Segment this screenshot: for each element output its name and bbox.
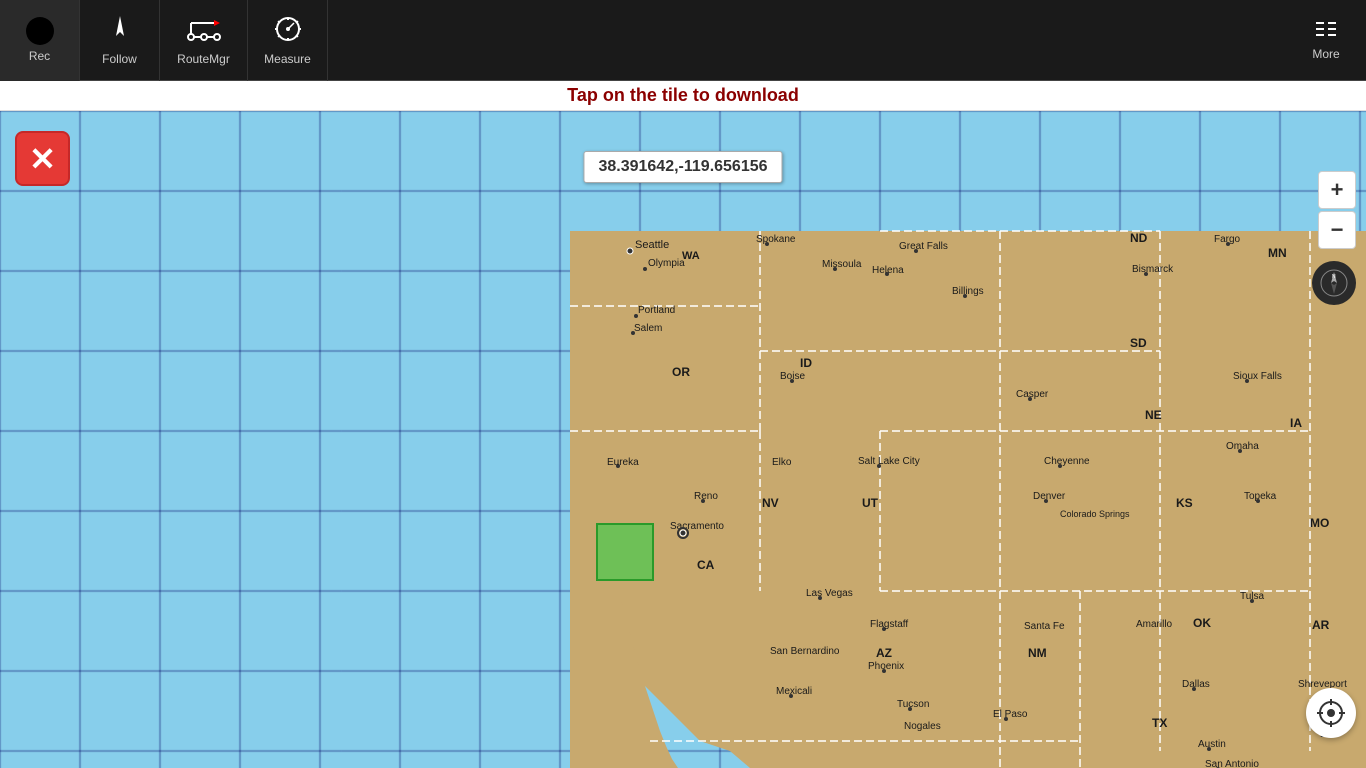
rec-label: Rec (29, 49, 50, 63)
svg-text:OR: OR (672, 365, 690, 379)
svg-text:Missoula: Missoula (822, 259, 862, 270)
zoom-out-button[interactable]: − (1318, 211, 1356, 249)
svg-text:Omaha: Omaha (1226, 441, 1259, 452)
follow-label: Follow (102, 52, 137, 66)
map-svg: Seattle WA Olympia Portland Salem OR Eur… (0, 111, 1366, 768)
more-label: More (1312, 47, 1339, 61)
svg-text:Great Falls: Great Falls (899, 241, 948, 252)
svg-text:NV: NV (762, 496, 779, 510)
svg-text:Denver: Denver (1033, 491, 1066, 502)
svg-text:Las Vegas: Las Vegas (806, 588, 853, 599)
svg-text:OK: OK (1193, 616, 1211, 630)
svg-text:Seattle: Seattle (635, 239, 669, 251)
more-button[interactable]: More (1286, 0, 1366, 81)
svg-text:Olympia: Olympia (648, 258, 685, 269)
coordinate-tooltip: 38.391642,-119.656156 (583, 151, 782, 183)
svg-text:Tulsa: Tulsa (1240, 591, 1265, 602)
close-button[interactable]: ✕ (15, 131, 70, 186)
svg-text:SD: SD (1130, 336, 1147, 350)
svg-text:CA: CA (697, 558, 715, 572)
svg-text:Phoenix: Phoenix (868, 661, 904, 672)
svg-text:Salem: Salem (634, 323, 662, 334)
svg-text:Topeka: Topeka (1244, 491, 1277, 502)
svg-text:Tucson: Tucson (897, 699, 929, 710)
zoom-in-button[interactable]: + (1318, 171, 1356, 209)
svg-text:Dallas: Dallas (1182, 679, 1210, 690)
svg-text:Amarillo: Amarillo (1136, 619, 1173, 630)
svg-text:Colorado Springs: Colorado Springs (1060, 509, 1130, 519)
svg-text:Reno: Reno (694, 491, 718, 502)
svg-text:Flagstaff: Flagstaff (870, 619, 908, 630)
svg-text:Fargo: Fargo (1214, 234, 1241, 245)
routemgr-label: RouteMgr (177, 52, 230, 66)
svg-text:Billings: Billings (952, 286, 984, 297)
svg-text:NM: NM (1028, 646, 1047, 660)
rec-button[interactable]: Rec (0, 0, 80, 81)
measure-button[interactable]: Measure (248, 0, 328, 81)
rec-icon (26, 17, 54, 45)
svg-text:Bismarck: Bismarck (1132, 264, 1174, 275)
svg-text:Boise: Boise (780, 371, 805, 382)
compass-icon: N (1319, 268, 1349, 298)
svg-text:AZ: AZ (876, 646, 892, 660)
measure-icon (272, 15, 304, 48)
coordinate-value: 38.391642,-119.656156 (598, 158, 767, 175)
svg-text:Sioux Falls: Sioux Falls (1233, 371, 1282, 382)
routemgr-icon (186, 15, 222, 48)
svg-text:Casper: Casper (1016, 389, 1049, 400)
routemgr-button[interactable]: RouteMgr (160, 0, 248, 81)
svg-text:TX: TX (1152, 716, 1167, 730)
svg-text:Spokane: Spokane (756, 234, 796, 245)
download-banner: Tap on the tile to download (0, 81, 1366, 111)
svg-text:San Antonio: San Antonio (1205, 759, 1259, 768)
svg-text:IA: IA (1290, 416, 1302, 430)
svg-text:Nogales: Nogales (904, 721, 941, 732)
svg-text:Salt Lake City: Salt Lake City (858, 456, 920, 467)
svg-text:El Paso: El Paso (993, 709, 1028, 720)
svg-text:Mexicali: Mexicali (776, 686, 812, 697)
svg-text:Eureka: Eureka (607, 457, 639, 468)
svg-text:Cheyenne: Cheyenne (1044, 456, 1090, 467)
location-icon (1317, 699, 1345, 727)
map-view[interactable]: Seattle WA Olympia Portland Salem OR Eur… (0, 111, 1366, 768)
svg-text:AR: AR (1312, 618, 1330, 632)
measure-label: Measure (264, 52, 311, 66)
zoom-controls: + − (1318, 171, 1356, 249)
follow-icon (106, 14, 134, 48)
svg-text:NE: NE (1145, 408, 1162, 422)
selected-tile[interactable] (596, 523, 654, 581)
location-button[interactable] (1306, 688, 1356, 738)
svg-text:MO: MO (1310, 516, 1329, 530)
svg-text:Helena: Helena (872, 265, 904, 276)
banner-text: Tap on the tile to download (567, 85, 799, 106)
svg-text:KS: KS (1176, 496, 1193, 510)
compass[interactable]: N (1312, 261, 1356, 305)
svg-text:Santa Fe: Santa Fe (1024, 621, 1065, 632)
svg-text:San Bernardino: San Bernardino (770, 646, 840, 657)
svg-text:Portland: Portland (638, 305, 675, 316)
more-icon (1314, 20, 1338, 43)
svg-text:Austin: Austin (1198, 739, 1226, 750)
svg-text:ID: ID (800, 356, 812, 370)
svg-text:MN: MN (1268, 246, 1287, 260)
follow-button[interactable]: Follow (80, 0, 160, 81)
svg-text:Elko: Elko (772, 457, 792, 468)
toolbar: Rec Follow RouteMgr (0, 0, 1366, 81)
svg-text:UT: UT (862, 496, 879, 510)
close-icon: ✕ (29, 143, 56, 175)
svg-text:N: N (1332, 274, 1336, 280)
svg-text:ND: ND (1130, 231, 1148, 245)
